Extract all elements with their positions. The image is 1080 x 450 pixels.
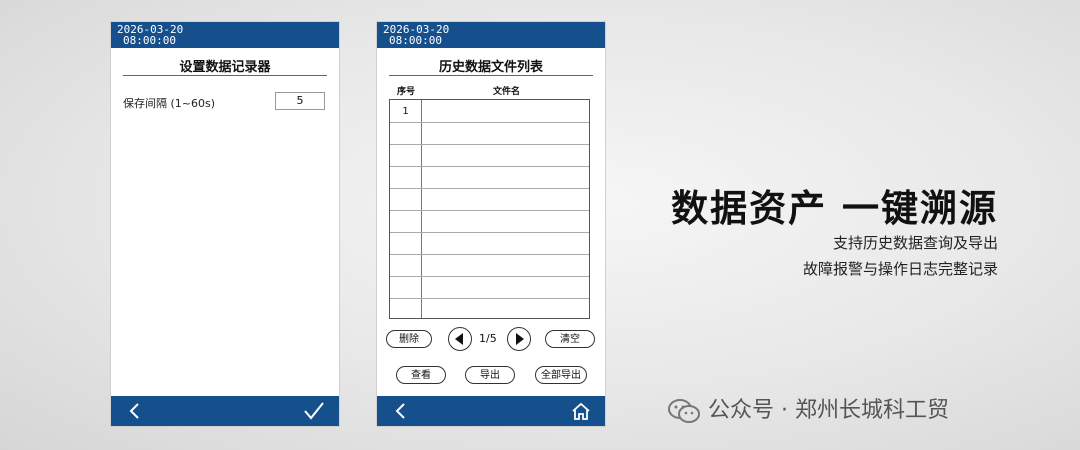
row-divider	[390, 144, 589, 145]
column-header-index: 序号	[397, 87, 416, 97]
delete-button[interactable]: 删除	[386, 330, 432, 348]
bottom-nav-bar	[377, 396, 605, 426]
status-bar: 2026-03-20 08:00:00	[111, 22, 339, 48]
status-time: 08:00:00	[389, 34, 442, 47]
title-divider	[123, 75, 327, 76]
promo-headline: 数据资产 一键溯源	[671, 187, 998, 230]
clear-button[interactable]: 清空	[545, 330, 595, 348]
home-icon[interactable]	[571, 401, 591, 421]
row-divider	[390, 298, 589, 299]
check-icon[interactable]	[303, 401, 325, 421]
title-divider	[389, 75, 593, 76]
promo-line-2: 故障报警与操作日志完整记录	[802, 260, 998, 278]
column-header-filename: 文件名	[493, 87, 521, 97]
promo-line-1: 支持历史数据查询及导出	[832, 234, 998, 252]
triangle-left-icon	[455, 333, 463, 345]
table-row[interactable]: 1	[390, 106, 421, 117]
settings-screen: 2026-03-20 08:00:00 设置数据记录器 保存间隔 (1~60s)…	[111, 22, 339, 426]
file-table: 1	[389, 99, 590, 319]
next-page-button[interactable]	[507, 327, 531, 351]
account-footer: 公众号 · 郑州长城科工贸	[667, 392, 949, 424]
save-interval-label: 保存间隔 (1~60s)	[123, 97, 216, 110]
chevron-left-icon[interactable]	[125, 401, 145, 421]
export-all-button[interactable]: 全部导出	[535, 366, 587, 384]
bottom-nav-bar	[111, 396, 339, 426]
screen-title: 历史数据文件列表	[438, 60, 543, 75]
row-divider	[390, 188, 589, 189]
status-time: 08:00:00	[123, 34, 176, 47]
row-divider	[390, 210, 589, 211]
row-divider	[390, 276, 589, 277]
screen-title: 设置数据记录器	[179, 60, 271, 75]
prev-page-button[interactable]	[448, 327, 472, 351]
export-button[interactable]: 导出	[465, 366, 515, 384]
wechat-icon	[668, 399, 700, 423]
page-indicator: 1/5	[479, 332, 497, 345]
save-interval-input[interactable]: 5	[275, 92, 325, 110]
history-files-screen: 2026-03-20 08:00:00 历史数据文件列表 序号 文件名 1 删除…	[377, 22, 605, 426]
row-divider	[390, 254, 589, 255]
view-button[interactable]: 查看	[396, 366, 446, 384]
chevron-left-icon[interactable]	[391, 401, 411, 421]
account-name: 公众号 · 郑州长城科工贸	[708, 398, 949, 423]
status-bar: 2026-03-20 08:00:00	[377, 22, 605, 48]
row-divider	[390, 232, 589, 233]
column-divider	[421, 100, 422, 318]
row-divider	[390, 166, 589, 167]
triangle-right-icon	[516, 333, 524, 345]
row-divider	[390, 122, 589, 123]
